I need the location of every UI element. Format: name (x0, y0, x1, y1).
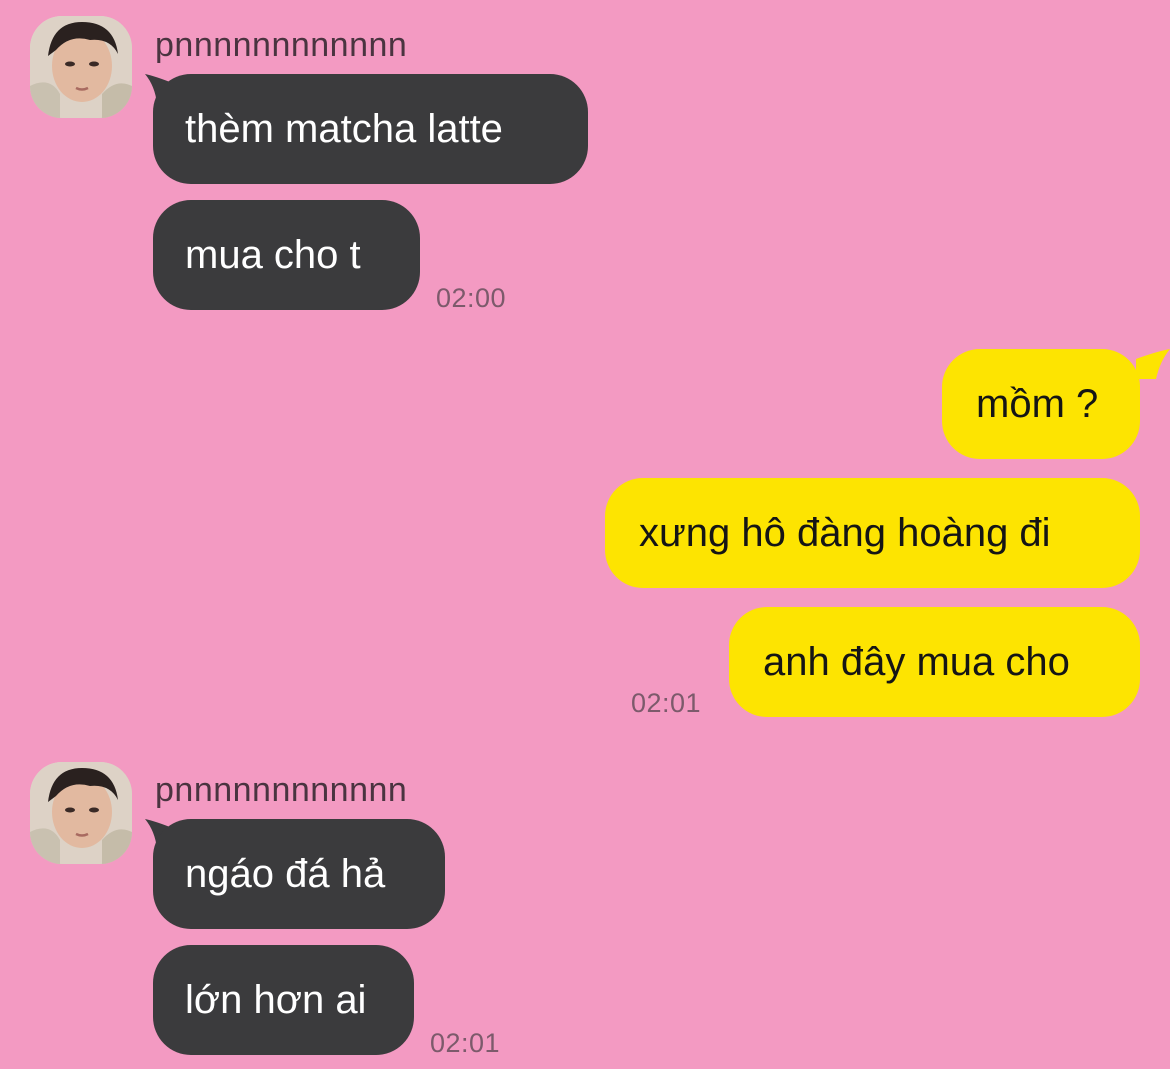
message-timestamp: 02:01 (430, 1028, 501, 1058)
bubble-tail-outgoing (1136, 349, 1170, 379)
sender-name: pnnnnnnnnnnnn (155, 771, 408, 809)
message-text: lớn hơn ai (185, 978, 367, 1022)
message-timestamp: 02:01 (631, 688, 702, 718)
sender-avatar[interactable] (30, 762, 132, 864)
message-text: anh đây mua cho (763, 640, 1070, 684)
user-photo-avatar-icon (30, 16, 132, 118)
message-text: xưng hô đàng hoàng đi (639, 511, 1051, 555)
sender-name: pnnnnnnnnnnnn (155, 26, 408, 64)
message-timestamp: 02:00 (436, 283, 507, 313)
message-bubble-outgoing[interactable]: xưng hô đàng hoàng đi (605, 478, 1140, 588)
message-bubble-incoming[interactable]: ngáo đá hả (153, 819, 445, 929)
message-bubble-incoming[interactable]: thèm matcha latte (153, 74, 588, 184)
user-photo-avatar-icon (30, 762, 132, 864)
message-text: ngáo đá hả (185, 852, 386, 896)
message-text: thèm matcha latte (185, 107, 503, 151)
message-text: mồm ? (976, 382, 1099, 426)
message-bubble-outgoing[interactable]: anh đây mua cho (729, 607, 1140, 717)
message-bubble-incoming[interactable]: lớn hơn ai (153, 945, 414, 1055)
message-bubble-incoming[interactable]: mua cho t (153, 200, 420, 310)
message-text: mua cho t (185, 233, 361, 277)
sender-avatar[interactable] (30, 16, 132, 118)
message-bubble-outgoing[interactable]: mồm ? (942, 349, 1140, 459)
